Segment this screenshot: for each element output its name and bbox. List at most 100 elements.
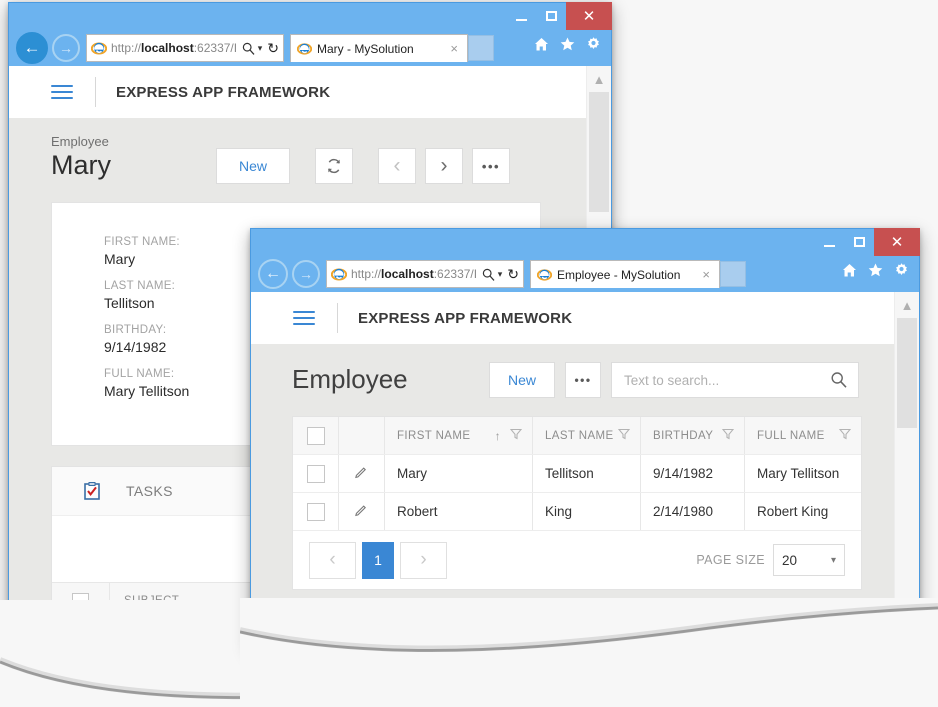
more-actions-button[interactable]: ••• [565,362,601,398]
forward-button[interactable]: → [292,260,320,288]
scrollbar-thumb[interactable] [897,318,917,428]
minimize-button[interactable] [814,228,844,256]
search-box[interactable] [611,362,859,398]
pager-next-button[interactable]: › [400,541,447,579]
address-dropdown-icon[interactable]: ▾ [258,43,263,54]
list-toolbar[interactable]: New ••• [489,362,859,398]
settings-gear-icon[interactable] [893,262,910,279]
minimize-button[interactable] [506,2,536,30]
row-edit-cell[interactable] [339,455,385,492]
address-dropdown-icon[interactable]: ▾ [498,269,503,280]
tasks-row-select-cell[interactable] [52,658,110,689]
back-window-controls[interactable]: ✕ [506,2,612,30]
refresh-icon [328,158,340,174]
browser-tab[interactable]: Mary - MySolution × [290,34,468,62]
scrollbar-thumb[interactable] [589,92,609,212]
select-all-checkbox[interactable] [306,426,325,445]
home-icon[interactable] [841,262,858,279]
edit-pencil-icon[interactable] [354,464,369,484]
maximize-button[interactable] [844,228,874,256]
table-row[interactable]: Robert King 2/14/1980 Robert King [293,493,861,531]
address-refresh-icon[interactable]: ↻ [267,40,279,57]
front-vertical-scrollbar[interactable]: ▲ [894,292,919,647]
address-search-icon[interactable] [242,42,255,55]
scroll-up-icon[interactable]: ▲ [895,298,919,313]
row-checkbox[interactable] [72,668,89,685]
column-header-last-name[interactable]: LAST NAME [533,417,641,454]
address-bar[interactable]: http://localhost:62337/I ▾ ↻ [326,260,524,288]
tasks-row-select-cell[interactable] [52,620,110,657]
row-select-cell[interactable] [293,493,339,530]
tab-close-icon[interactable]: × [447,41,461,56]
back-app-bar: EXPRESS APP FRAMEWORK [9,66,611,119]
tasks-select-all-cell[interactable] [52,583,110,619]
column-header-birthday[interactable]: BIRTHDAY [641,417,745,454]
select-all-cell[interactable] [293,417,339,454]
page-size-select[interactable]: 20 ▾ [773,544,845,576]
forward-button[interactable]: → [52,34,80,62]
grid-pager[interactable]: ‹ 1 › PAGE SIZE 20 ▾ [293,531,861,589]
scroll-up-icon[interactable]: ▲ [587,72,611,87]
clipboard-check-icon [84,482,100,500]
sort-asc-icon[interactable]: ↑ [495,429,501,443]
column-header-full-name[interactable]: FULL NAME [745,417,861,454]
back-ie-toolbar[interactable] [533,36,602,53]
chevron-down-icon[interactable]: ▾ [831,555,836,566]
pager-page-1-button[interactable]: 1 [362,541,394,579]
maximize-button[interactable] [536,2,566,30]
front-window-controls[interactable]: ✕ [814,228,920,256]
hamburger-menu-icon[interactable] [293,310,315,326]
back-button[interactable]: ← [258,259,288,289]
pager-prev-button[interactable]: ‹ [309,541,356,579]
cell-full-name: Mary Tellitson [757,466,840,481]
tasks-row[interactable]: Fix breakfast [52,658,540,689]
front-nav-row[interactable]: ← → http://localhost:62337/I ▾ ↻ Employe… [250,256,920,292]
filter-icon[interactable] [617,428,631,443]
more-actions-button[interactable]: ••• [472,148,510,184]
back-nav-row[interactable]: ← → http://localhost:62337/I ▾ ↻ Mary - … [8,30,612,66]
hamburger-menu-icon[interactable] [51,84,73,100]
previous-record-button[interactable]: ‹ [378,148,416,184]
table-row[interactable]: Mary Tellitson 9/14/1982 Mary Tellitson [293,455,861,493]
row-checkbox[interactable] [306,464,325,483]
refresh-button[interactable] [315,148,353,184]
row-edit-cell[interactable] [339,493,385,530]
row-checkbox[interactable] [306,502,325,521]
front-ie-toolbar[interactable] [841,262,910,279]
close-button[interactable]: ✕ [566,2,612,30]
search-icon[interactable] [830,371,848,389]
tab-close-icon[interactable]: × [699,267,713,282]
back-titlebar[interactable]: ✕ [8,2,612,30]
filter-icon[interactable] [509,428,523,443]
home-icon[interactable] [533,36,550,53]
front-tabstrip[interactable]: Employee - MySolution × [530,260,746,288]
row-select-cell[interactable] [293,455,339,492]
close-button[interactable]: ✕ [874,228,920,256]
column-header-first-name[interactable]: FIRST NAME ↑ [385,417,533,454]
next-record-button[interactable]: › [425,148,463,184]
detail-toolbar[interactable]: New ‹ › ••• [216,148,510,184]
edit-pencil-icon[interactable] [354,502,369,522]
settings-gear-icon[interactable] [585,36,602,53]
ie-window-front[interactable]: ✕ ← → http://localhost:62337/I ▾ ↻ Emplo… [250,228,920,648]
select-all-checkbox[interactable] [72,592,89,610]
new-button[interactable]: New [489,362,555,398]
row-checkbox[interactable] [72,630,89,647]
address-bar[interactable]: http://localhost:62337/I ▾ ↻ [86,34,284,62]
search-input[interactable] [622,371,830,389]
filter-icon[interactable] [838,428,852,443]
pager-buttons[interactable]: ‹ 1 › [309,541,447,579]
browser-tab[interactable]: Employee - MySolution × [530,260,720,288]
favorites-star-icon[interactable] [867,262,884,279]
filter-icon[interactable] [721,428,735,443]
back-button[interactable]: ← [16,32,48,64]
address-search-icon[interactable] [482,268,495,281]
new-button[interactable]: New [216,148,290,184]
front-titlebar[interactable]: ✕ [250,228,920,256]
page-size-group[interactable]: PAGE SIZE 20 ▾ [696,544,845,576]
favorites-star-icon[interactable] [559,36,576,53]
new-tab-button[interactable] [720,261,746,287]
back-tabstrip[interactable]: Mary - MySolution × [290,34,494,62]
new-tab-button[interactable] [468,35,494,61]
address-refresh-icon[interactable]: ↻ [507,266,519,283]
